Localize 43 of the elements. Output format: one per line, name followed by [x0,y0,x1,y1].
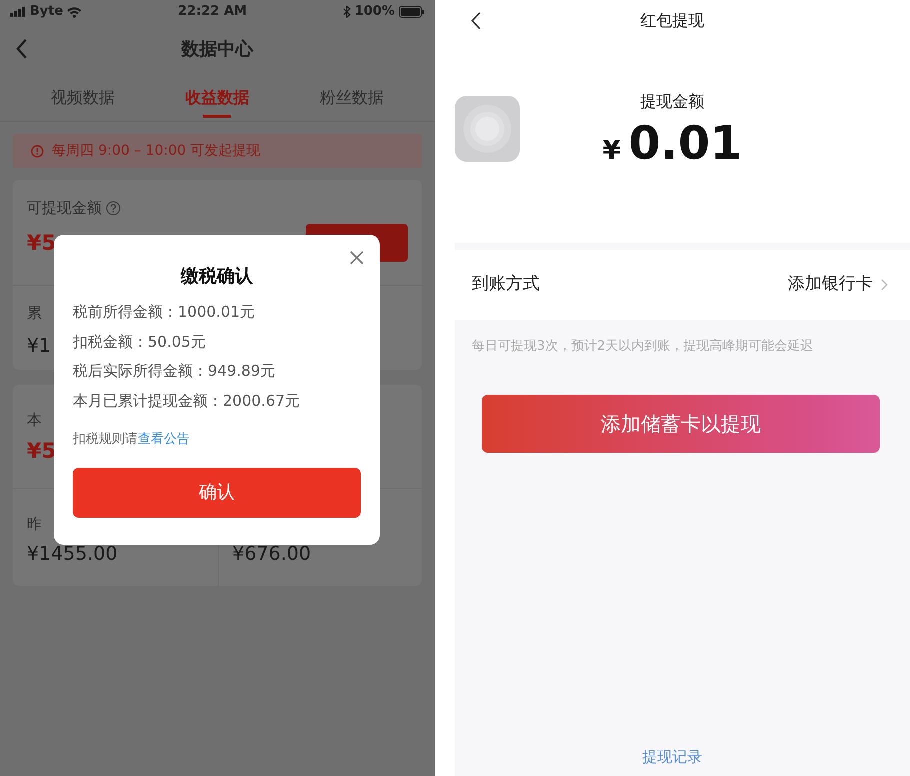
back-button[interactable] [471,12,481,30]
currency-sign: ¥ [602,135,621,168]
announcement-link[interactable]: 查看公告 [138,432,190,447]
tax-detail-line: 税前所得金额：1000.01元 [73,302,256,323]
tab[interactable]: 视频数据 [51,80,116,121]
tax-detail-line: 税后实际所得金额：949.89元 [73,361,276,382]
stat-value: ¥676.00 [232,543,312,565]
close-button[interactable] [350,251,364,265]
tax-rule-note: 扣税规则请查看公告 [73,431,191,449]
info-icon [31,144,44,158]
battery-percent: 100% [354,3,395,22]
stat-label: 累 [27,303,42,323]
method-label: 到账方式 [472,273,540,296]
amount-label: 提现金额 [640,91,706,113]
confirm-button[interactable]: 确认 [73,468,361,518]
tax-detail-line: 扣税金额：50.05元 [73,332,207,352]
hint-text: 每日可提现3次，预计2天以内到账，提现高峰期可能会延迟 [471,338,815,356]
add-bank-card-link[interactable]: 添加银行卡 [788,272,888,298]
amount-value: 0.01 [628,120,742,166]
stat-label: 昨 [27,514,42,534]
notice-text: 每周四 9:00 – 10:00 可发起提现 [52,142,261,160]
page-title: 红包提现 [640,10,706,32]
chevron-icon [881,279,888,291]
wifi-icon [67,6,82,18]
status-time: 22:22 AM [178,3,248,22]
withdrawal-history-link[interactable]: 提现记录 [642,746,702,768]
app-icon [455,96,520,162]
balance-amount: ¥5 [27,232,56,254]
tax-detail-line: 本月已累计提现金额：2000.67元 [73,390,302,412]
signal-icon [10,7,26,17]
tab[interactable]: 粉丝数据 [320,80,384,121]
stat-value: ¥1455.00 [27,543,118,565]
amount-label: 可提现金额 [27,198,102,218]
add-debit-card-button[interactable]: 添加储蓄卡以提现 [482,394,880,452]
help-icon [106,200,121,216]
stat-value: ¥1 [27,335,52,357]
dialog-title: 缴税确认 [180,265,254,289]
battery-icon [399,6,425,18]
stat-label: 本 [27,410,42,430]
page-title: 数据中心 [180,38,255,62]
carrier-name: Byte [30,3,64,22]
stat-amount: ¥5 [27,441,56,462]
bluetooth-icon [342,6,351,18]
